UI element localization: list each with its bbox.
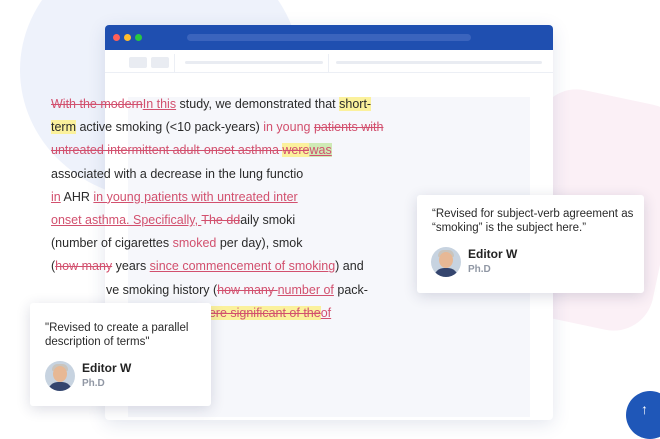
text-segment: In this xyxy=(142,97,177,111)
text-segment: in young patients with untreated inter xyxy=(93,189,298,204)
text-segment: untreated intermittent adult-onset asthm… xyxy=(51,143,283,158)
comment-card-subject-verb[interactable]: “Revised for subject-verb agreement as “… xyxy=(417,195,644,293)
editor-toolbar xyxy=(105,50,553,73)
text-segment: number of xyxy=(277,282,334,297)
text-segment: (number of cigarettes xyxy=(51,236,173,251)
text-segment: were xyxy=(282,143,310,158)
window-titlebar xyxy=(105,25,553,50)
text-segment: patients with xyxy=(313,120,384,135)
text-segment: ) and xyxy=(335,259,364,274)
toolbar-divider xyxy=(174,54,175,72)
text-segment: per day), smok xyxy=(216,236,303,251)
text-segment: short- xyxy=(339,97,372,111)
text-segment: pack- xyxy=(333,282,368,297)
text-segment: The d xyxy=(201,213,234,228)
text-segment: aily smoki xyxy=(240,213,296,228)
text-segment: was xyxy=(309,143,332,158)
text-segment: ve smoking history ( xyxy=(106,282,218,297)
text-segment: since commencement of smoking xyxy=(149,259,336,274)
text-segment: associated with a decrease in the lung f… xyxy=(51,166,304,181)
minimize-window-dot[interactable] xyxy=(124,34,131,41)
arrow-up-icon: ↑ xyxy=(641,401,648,417)
text-segment: in young xyxy=(263,120,314,135)
editor-role: Ph.D xyxy=(82,378,105,389)
text-segment: years xyxy=(112,259,150,274)
scroll-to-top-button[interactable]: ↑ xyxy=(626,391,660,439)
text-segment: smoked xyxy=(172,236,217,251)
toolbar-placeholder-2 xyxy=(336,61,542,64)
text-segment: AHR xyxy=(60,189,94,204)
editor-name: Editor W xyxy=(468,247,518,261)
editor-name: Editor W xyxy=(82,361,132,375)
text-segment: how many xyxy=(217,282,278,297)
maximize-window-dot[interactable] xyxy=(135,34,142,41)
comment-text: “Revised for subject-verb agreement as “… xyxy=(432,208,634,234)
editor-role: Ph.D xyxy=(468,264,491,275)
toolbar-button-2[interactable] xyxy=(151,57,169,68)
comment-card-parallel[interactable]: "Revised to create a parallel descriptio… xyxy=(30,303,211,406)
editor-avatar xyxy=(45,361,75,391)
close-window-dot[interactable] xyxy=(113,34,120,41)
toolbar-button-1[interactable] xyxy=(129,57,147,68)
text-segment: term xyxy=(51,120,76,135)
text-segment: With the modern xyxy=(51,97,143,111)
text-segment: active smoking (<10 pack-years) xyxy=(76,120,264,135)
toolbar-placeholder-1 xyxy=(185,61,323,64)
toolbar-divider xyxy=(328,54,329,72)
text-segment: onset asthma. Specifically, xyxy=(51,213,202,228)
text-segment: in xyxy=(51,189,61,204)
text-segment: study, we demonstrated that xyxy=(176,97,340,111)
comment-text: "Revised to create a parallel descriptio… xyxy=(45,322,189,348)
text-segment: of xyxy=(320,305,332,320)
address-bar[interactable] xyxy=(187,34,471,41)
text-segment: how many xyxy=(55,259,113,274)
editor-avatar xyxy=(431,247,461,277)
